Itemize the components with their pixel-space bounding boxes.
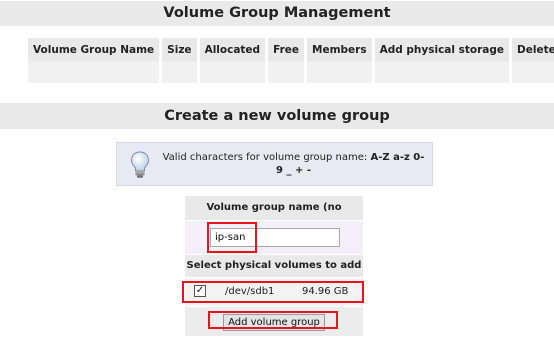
col-volume-group-name: Volume Group Name xyxy=(28,38,160,61)
col-size: Size xyxy=(162,38,197,61)
vg-management-title: Volume Group Management xyxy=(0,1,554,26)
pv-row: ✓ /dev/sdb1 94.96 GB xyxy=(185,278,363,306)
volume-group-table: Volume Group Name Size Allocated Free Me… xyxy=(25,38,554,83)
vg-name-input[interactable] xyxy=(210,228,340,247)
pv-size: 94.96 GB xyxy=(302,286,349,297)
info-label: Valid characters for volume group name: xyxy=(162,152,368,163)
col-allocated: Allocated xyxy=(199,38,266,61)
vg-name-cell xyxy=(185,221,363,254)
col-delete-vg: Delete VG xyxy=(512,38,554,61)
col-free: Free xyxy=(268,38,304,61)
table-row-empty xyxy=(28,61,554,83)
pv-device: /dev/sdb1 xyxy=(225,286,275,297)
pv-checkbox[interactable]: ✓ xyxy=(194,285,206,297)
table-header-row: Volume Group Name Size Allocated Free Me… xyxy=(28,38,554,61)
vg-name-label: Volume group name (no spaces) xyxy=(185,196,363,237)
info-box: Valid characters for volume group name: … xyxy=(116,142,433,186)
submit-cell: Add volume group xyxy=(185,307,363,336)
info-text: Valid characters for volume group name: … xyxy=(161,151,426,177)
col-members: Members xyxy=(307,38,372,61)
create-vg-title: Create a new volume group xyxy=(0,103,554,129)
add-volume-group-button[interactable]: Add volume group xyxy=(223,314,325,331)
lightbulb-icon xyxy=(130,151,150,183)
pv-select-label: Select physical volumes to add xyxy=(185,255,363,277)
col-add-physical-storage: Add physical storage xyxy=(374,38,510,61)
